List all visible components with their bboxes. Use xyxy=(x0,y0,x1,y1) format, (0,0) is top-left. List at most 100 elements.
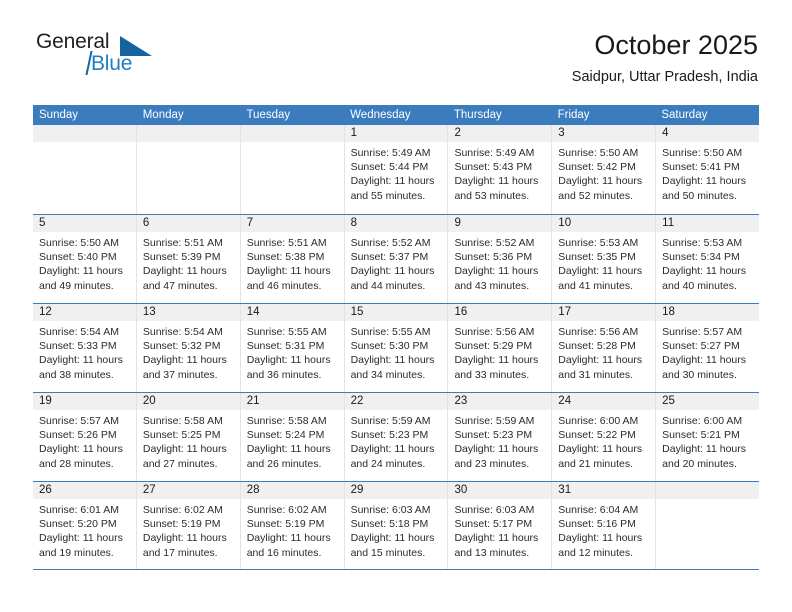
calendar-day-cell[interactable]: 15 Sunrise: 5:55 AM Sunset: 5:30 PM Dayligh… xyxy=(344,304,449,392)
calendar-day-cell[interactable]: 16 Sunrise: 5:56 AM Sunset: 5:29 PM Dayligh… xyxy=(448,304,553,392)
weekday-header-monday: Monday xyxy=(142,109,184,121)
day-number: 26 xyxy=(39,484,52,496)
sunrise-text: Sunrise: 5:49 AM xyxy=(454,147,535,159)
day-number: 7 xyxy=(246,217,254,229)
day-details: Sunrise: 5:50 AM Sunset: 5:42 PM Daylight:… xyxy=(552,142,655,203)
day-number-band: 27 xyxy=(136,482,240,499)
calendar-day-cell[interactable]: 17 Sunrise: 5:56 AM Sunset: 5:28 PM Dayligh… xyxy=(552,304,657,392)
calendar-day-cell[interactable]: 31 Sunrise: 6:04 AM Sunset: 5:16 PM Dayligh… xyxy=(552,482,657,569)
calendar-day-cell[interactable]: 24 Sunrise: 6:00 AM Sunset: 5:22 PM Dayligh… xyxy=(552,393,657,481)
day-number-band: 4 xyxy=(656,125,760,142)
sunrise-text: Sunrise: 6:03 AM xyxy=(350,504,431,516)
daylight-text-line2: and 44 minutes. xyxy=(350,279,426,292)
day-details: Sunrise: 5:59 AM Sunset: 5:23 PM Daylight:… xyxy=(448,410,551,471)
calendar-day-cell[interactable]: 12 Sunrise: 5:54 AM Sunset: 5:33 PM Dayligh… xyxy=(33,304,137,392)
sunrise-text: Sunrise: 5:52 AM xyxy=(350,237,431,249)
day-number: 19 xyxy=(39,395,52,407)
daylight-text-line2: and 17 minutes. xyxy=(142,546,218,559)
calendar-day-cell[interactable]: 7 Sunrise: 5:51 AM Sunset: 5:38 PM Daylight… xyxy=(240,215,345,303)
calendar-day-cell[interactable]: 18 Sunrise: 5:57 AM Sunset: 5:27 PM Dayligh… xyxy=(656,304,760,392)
day-number-band: 7 xyxy=(240,215,344,232)
sunset-text: Sunset: 5:40 PM xyxy=(39,251,117,264)
day-details: Sunrise: 6:01 AM Sunset: 5:20 PM Daylight:… xyxy=(33,499,136,560)
general-blue-logo[interactable]: General Blue xyxy=(36,30,216,90)
daylight-text-line2: and 34 minutes. xyxy=(350,368,426,381)
calendar-day-cell[interactable]: 5 Sunrise: 5:50 AM Sunset: 5:40 PM Daylight… xyxy=(33,215,137,303)
calendar-day-cell[interactable]: 8 Sunrise: 5:52 AM Sunset: 5:37 PM Daylight… xyxy=(344,215,449,303)
weekday-header-wednesday: Wednesday xyxy=(350,109,411,121)
calendar-day-cell[interactable]: 26 Sunrise: 6:01 AM Sunset: 5:20 PM Dayligh… xyxy=(33,482,137,569)
sunset-text: Sunset: 5:44 PM xyxy=(350,161,429,174)
daylight-text-line1: Daylight: 11 hours xyxy=(246,265,331,278)
day-number: 13 xyxy=(142,306,156,318)
calendar-day-cell[interactable]: 1 Sunrise: 5:49 AM Sunset: 5:44 PM Daylight… xyxy=(344,125,449,214)
calendar-day-cell[interactable]: 3 Sunrise: 5:50 AM Sunset: 5:42 PM Daylight… xyxy=(552,125,657,214)
daylight-text-line1: Daylight: 11 hours xyxy=(454,354,539,367)
weekday-header-saturday: Saturday xyxy=(661,109,708,121)
day-details: Sunrise: 5:53 AM Sunset: 5:34 PM Daylight:… xyxy=(656,232,759,293)
calendar-day-cell[interactable]: 13 Sunrise: 5:54 AM Sunset: 5:32 PM Dayligh… xyxy=(136,304,241,392)
calendar-day-cell[interactable]: 28 Sunrise: 6:02 AM Sunset: 5:19 PM Dayligh… xyxy=(240,482,345,569)
sunset-text: Sunset: 5:22 PM xyxy=(558,429,636,442)
day-number-band: 13 xyxy=(136,304,240,321)
day-details: Sunrise: 5:55 AM Sunset: 5:30 PM Daylight:… xyxy=(345,321,448,382)
sunset-text: Sunset: 5:29 PM xyxy=(454,340,533,353)
calendar-day-cell[interactable]: 25 Sunrise: 6:00 AM Sunset: 5:21 PM Dayligh… xyxy=(656,393,760,481)
day-number-band: 18 xyxy=(656,304,760,321)
day-number-band xyxy=(136,125,240,142)
calendar-day-cell[interactable]: 4 Sunrise: 5:50 AM Sunset: 5:41 PM Daylight… xyxy=(656,125,760,214)
day-number-band: 12 xyxy=(33,304,136,321)
calendar-day-cell[interactable]: 14 Sunrise: 5:55 AM Sunset: 5:31 PM Dayligh… xyxy=(240,304,345,392)
day-number-band: 3 xyxy=(552,125,656,142)
day-number-band: 22 xyxy=(344,393,448,410)
day-details: Sunrise: 5:57 AM Sunset: 5:26 PM Daylight:… xyxy=(33,410,136,471)
calendar-day-cell[interactable]: 10 Sunrise: 5:53 AM Sunset: 5:35 PM Dayligh… xyxy=(552,215,657,303)
sunset-text: Sunset: 5:17 PM xyxy=(454,518,533,531)
calendar-day-cell[interactable]: 30 Sunrise: 6:03 AM Sunset: 5:17 PM Dayligh… xyxy=(448,482,553,569)
sunrise-text: Sunrise: 5:54 AM xyxy=(142,326,223,338)
day-details: Sunrise: 5:51 AM Sunset: 5:38 PM Daylight:… xyxy=(241,232,344,293)
daylight-text-line1: Daylight: 11 hours xyxy=(558,175,643,188)
sunset-text: Sunset: 5:39 PM xyxy=(142,251,221,264)
daylight-text-line2: and 50 minutes. xyxy=(662,189,737,202)
sunset-text: Sunset: 5:42 PM xyxy=(558,161,636,174)
day-details: Sunrise: 6:04 AM Sunset: 5:16 PM Daylight:… xyxy=(552,499,655,560)
daylight-text-line1: Daylight: 11 hours xyxy=(142,354,227,367)
day-details: Sunrise: 6:02 AM Sunset: 5:19 PM Daylight:… xyxy=(137,499,240,560)
day-number-band: 21 xyxy=(240,393,344,410)
day-number-band: 26 xyxy=(33,482,136,499)
calendar-week-row: 26 Sunrise: 6:01 AM Sunset: 5:20 PM Dayligh… xyxy=(33,481,760,570)
calendar-day-cell[interactable]: 19 Sunrise: 5:57 AM Sunset: 5:26 PM Dayligh… xyxy=(33,393,137,481)
calendar-day-cell[interactable]: 9 Sunrise: 5:52 AM Sunset: 5:36 PM Daylight… xyxy=(448,215,553,303)
daylight-text-line1: Daylight: 11 hours xyxy=(454,443,539,456)
calendar-day-cell[interactable]: 27 Sunrise: 6:02 AM Sunset: 5:19 PM Dayligh… xyxy=(136,482,241,569)
sunrise-text: Sunrise: 5:50 AM xyxy=(662,147,743,159)
calendar-day-cell[interactable]: 23 Sunrise: 5:59 AM Sunset: 5:23 PM Dayligh… xyxy=(448,393,553,481)
calendar-day-cell[interactable]: 6 Sunrise: 5:51 AM Sunset: 5:39 PM Daylight… xyxy=(136,215,241,303)
calendar-day-cell[interactable]: 20 Sunrise: 5:58 AM Sunset: 5:25 PM Dayligh… xyxy=(136,393,241,481)
daylight-text-line2: and 13 minutes. xyxy=(454,546,530,559)
day-number-band: 25 xyxy=(656,393,760,410)
calendar-day-cell[interactable]: 2 Sunrise: 5:49 AM Sunset: 5:43 PM Daylight… xyxy=(448,125,553,214)
calendar-week-row: 19 Sunrise: 5:57 AM Sunset: 5:26 PM Dayligh… xyxy=(33,392,760,481)
day-details: Sunrise: 6:00 AM Sunset: 5:21 PM Daylight:… xyxy=(656,410,759,471)
calendar-day-cell[interactable]: 29 Sunrise: 6:03 AM Sunset: 5:18 PM Dayligh… xyxy=(344,482,449,569)
daylight-text-line1: Daylight: 11 hours xyxy=(558,443,643,456)
daylight-text-line2: and 41 minutes. xyxy=(558,279,634,292)
day-number-band: 20 xyxy=(136,393,240,410)
calendar-day-cell[interactable]: 22 Sunrise: 5:59 AM Sunset: 5:23 PM Dayligh… xyxy=(344,393,449,481)
sunrise-text: Sunrise: 5:56 AM xyxy=(558,326,639,338)
daylight-text-line1: Daylight: 11 hours xyxy=(350,265,435,278)
calendar-day-cell-empty xyxy=(656,482,760,569)
day-number-band: 28 xyxy=(240,482,344,499)
day-number-band xyxy=(33,125,136,142)
daylight-text-line2: and 33 minutes. xyxy=(454,368,530,381)
logo-text-blue: Blue xyxy=(91,52,133,75)
calendar-day-cell[interactable]: 21 Sunrise: 5:58 AM Sunset: 5:24 PM Dayligh… xyxy=(240,393,345,481)
calendar-day-cell[interactable]: 11 Sunrise: 5:53 AM Sunset: 5:34 PM Dayligh… xyxy=(656,215,760,303)
daylight-text-line2: and 38 minutes. xyxy=(39,368,114,381)
sunset-text: Sunset: 5:28 PM xyxy=(558,340,636,353)
sunrise-text: Sunrise: 6:00 AM xyxy=(558,415,639,427)
sunrise-text: Sunrise: 6:00 AM xyxy=(662,415,743,427)
day-number-band: 8 xyxy=(344,215,448,232)
